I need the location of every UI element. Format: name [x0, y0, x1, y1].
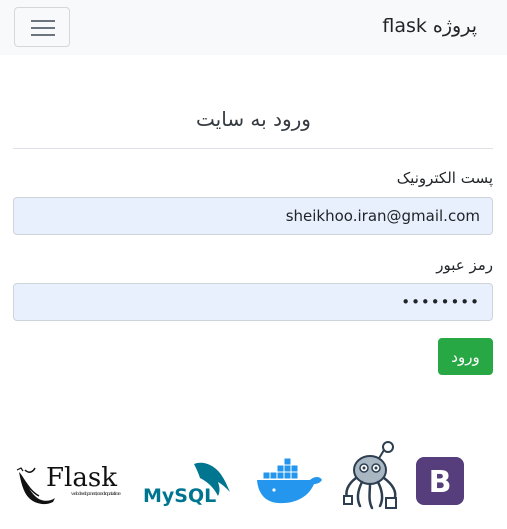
bootstrap-logo-icon: B — [416, 457, 464, 505]
email-label: پست الکترونیک — [396, 169, 493, 187]
navbar: پروژه flask — [0, 0, 507, 55]
title-divider — [13, 148, 493, 149]
technology-logos: Flask web development, one drop at a tim… — [0, 436, 507, 516]
login-button[interactable]: ورود — [438, 338, 493, 375]
mysql-logo-text: MySQL — [143, 485, 216, 507]
flask-tagline: web development, one drop at a time — [71, 491, 121, 497]
navbar-toggle-button[interactable] — [14, 7, 70, 47]
octopus-logo-icon — [343, 441, 397, 510]
login-title: ورود به سایت — [196, 107, 311, 131]
password-label: رمز عبور — [436, 256, 493, 274]
password-input[interactable] — [13, 283, 493, 321]
flask-logo-text: Flask — [46, 463, 117, 493]
docker-logo-icon — [257, 457, 322, 504]
mysql-logo-icon: MySQL — [143, 462, 230, 507]
bootstrap-logo-letter: B — [429, 465, 452, 500]
flask-logo-icon: Flask web development, one drop at a tim… — [16, 463, 121, 505]
email-input[interactable] — [13, 197, 493, 235]
navbar-brand[interactable]: پروژه flask — [382, 15, 477, 37]
